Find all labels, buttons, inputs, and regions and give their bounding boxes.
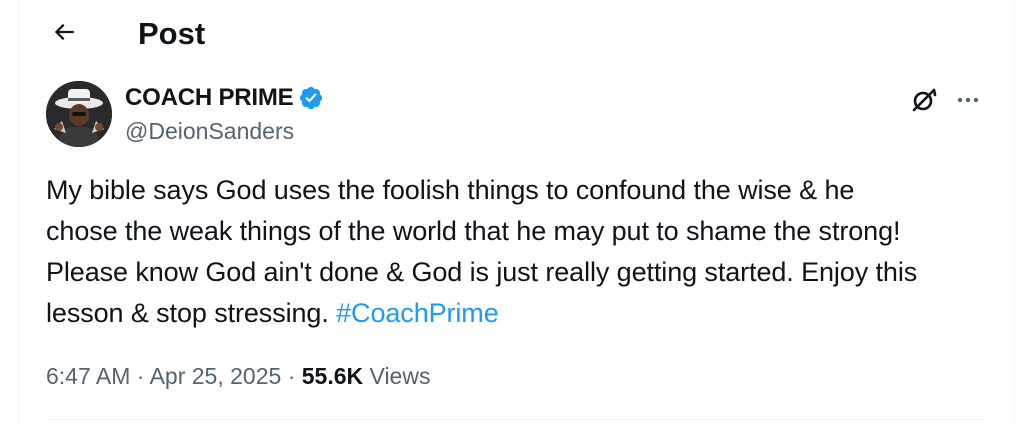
- more-options-button[interactable]: [950, 84, 986, 120]
- hashtag-link[interactable]: #CoachPrime: [336, 298, 499, 328]
- meta-separator: ·: [136, 363, 145, 389]
- tweet-text: My bible says God uses the foolish thing…: [46, 170, 996, 334]
- tweet-line: My bible says God uses the foolish thing…: [46, 175, 855, 205]
- avatar-photo: [46, 81, 112, 147]
- name-row: COACH PRIME: [125, 82, 324, 114]
- display-name[interactable]: COACH PRIME: [125, 84, 294, 112]
- page-title: Post: [138, 16, 206, 51]
- divider: [46, 419, 986, 420]
- views-label: Views: [369, 363, 431, 389]
- tweet-line-last: lesson & stop stressing. #CoachPrime: [46, 293, 996, 334]
- back-button[interactable]: [44, 14, 84, 54]
- user-handle[interactable]: @DeionSanders: [125, 116, 324, 146]
- author-block: COACH PRIME @DeionSanders: [125, 82, 324, 146]
- arrow-left-icon: [51, 19, 77, 50]
- tweet-line: chose the weak things of the world that …: [46, 216, 901, 246]
- meta-separator: ·: [287, 363, 296, 389]
- post-header: Post: [0, 0, 1014, 68]
- verified-badge-icon[interactable]: [298, 85, 324, 111]
- more-dots-icon: [955, 87, 981, 118]
- timeline-right-border: [1014, 0, 1015, 423]
- avatar[interactable]: [46, 81, 112, 147]
- grok-button[interactable]: [906, 84, 942, 120]
- grok-icon: [910, 86, 938, 119]
- post-meta: 6:47 AM · Apr 25, 2025 · 55.6K Views: [46, 360, 430, 392]
- post-time[interactable]: 6:47 AM: [46, 363, 130, 389]
- post-date[interactable]: Apr 25, 2025: [150, 363, 282, 389]
- views-count: 55.6K: [301, 363, 364, 389]
- tweet-line-text: lesson & stop stressing.: [46, 298, 337, 328]
- tweet-line: Please know God ain't done & God is just…: [46, 257, 918, 287]
